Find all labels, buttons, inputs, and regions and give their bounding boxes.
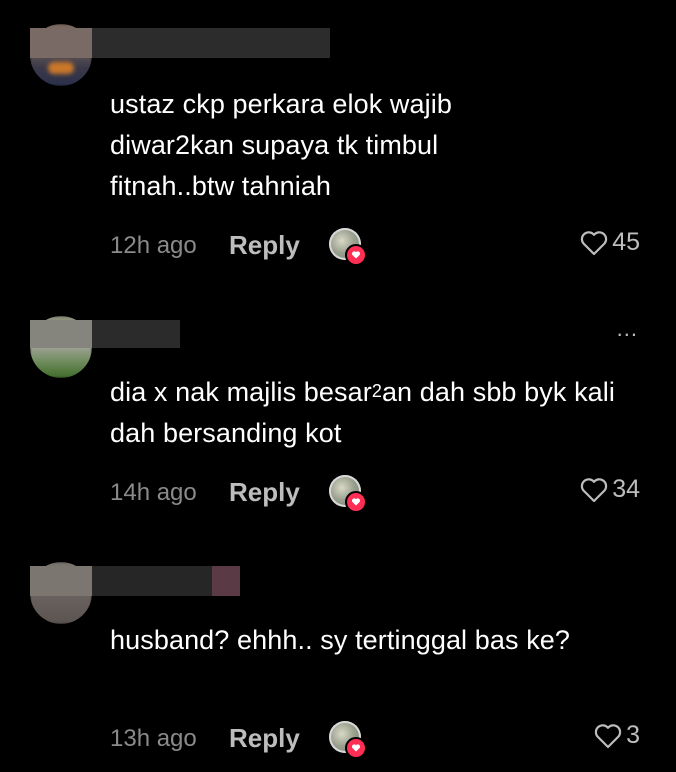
creator-liked-avatar	[329, 475, 367, 513]
creator-liked-avatar	[329, 721, 367, 759]
superscript: 2	[371, 381, 382, 401]
comment-text: ustaz ckp perkara elok wajib diwar2kan s…	[110, 89, 452, 201]
comment-meta: 12h ago Reply 45	[110, 228, 646, 266]
comment-text: husband? ehhh.. sy tertinggal bas ke?	[110, 625, 571, 655]
reply-button[interactable]: Reply	[229, 230, 300, 261]
username-redacted-highlight	[30, 320, 92, 348]
creator-heart-badge-icon	[345, 244, 367, 266]
creator-heart-badge-icon	[345, 491, 367, 513]
comment-timestamp: 14h ago	[110, 479, 197, 506]
like-button[interactable]: 34	[579, 475, 640, 504]
like-button[interactable]: 3	[593, 721, 640, 750]
username-redacted-highlight	[30, 28, 92, 58]
username-redacted-highlight	[30, 566, 92, 596]
heart-outline-icon	[581, 477, 608, 502]
more-options-icon[interactable]: ...	[617, 316, 638, 342]
creator-heart-badge-icon	[345, 737, 367, 759]
comment-text: dia x nak majlis besar2an dah sbb byk ka…	[110, 377, 615, 448]
heart-outline-icon	[594, 723, 622, 748]
like-button[interactable]: 45	[579, 228, 640, 257]
comment-timestamp: 12h ago	[110, 232, 197, 259]
like-count: 45	[612, 228, 640, 256]
like-count: 34	[612, 475, 640, 503]
username-redacted-accent	[212, 566, 240, 596]
reply-button[interactable]: Reply	[229, 477, 300, 508]
creator-liked-avatar	[329, 228, 367, 266]
heart-outline-icon	[581, 230, 608, 255]
reply-button[interactable]: Reply	[229, 723, 300, 754]
comment-meta: 13h ago Reply 3	[110, 721, 646, 759]
comment-meta: 14h ago Reply 34	[110, 475, 646, 513]
like-count: 3	[626, 721, 640, 749]
comment-timestamp: 13h ago	[110, 725, 197, 752]
